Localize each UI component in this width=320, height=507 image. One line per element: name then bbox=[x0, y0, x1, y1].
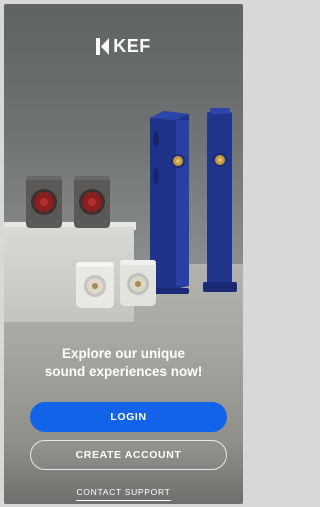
tagline-line-1: Explore our unique bbox=[61, 346, 185, 361]
contact-support: CONTACT SUPPORT bbox=[4, 482, 243, 501]
white-speaker-right bbox=[120, 260, 156, 306]
tagline: Explore our unique sound experiences now… bbox=[4, 345, 243, 381]
tagline-line-2: sound experiences now! bbox=[44, 364, 203, 379]
grey-speaker-left bbox=[26, 176, 62, 228]
app-screen: KEF Explore our unique sound experiences… bbox=[4, 4, 243, 504]
white-speaker-left bbox=[76, 262, 114, 308]
contact-support-link[interactable]: CONTACT SUPPORT bbox=[76, 487, 171, 501]
grey-speaker-right bbox=[74, 176, 110, 228]
blue-tower-right bbox=[203, 108, 237, 292]
login-button[interactable]: LOGIN bbox=[30, 402, 227, 432]
create-account-button[interactable]: CREATE ACCOUNT bbox=[30, 440, 227, 470]
